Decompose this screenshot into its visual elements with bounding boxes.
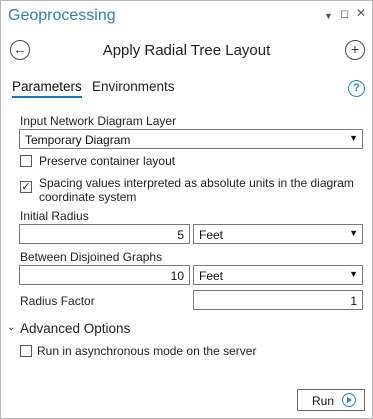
async-mode-checkbox[interactable] bbox=[20, 345, 32, 357]
between-graphs-unit-dropdown[interactable]: Feet ▼ bbox=[193, 265, 363, 285]
play-icon bbox=[342, 393, 356, 407]
input-layer-dropdown[interactable]: Temporary Diagram ▼ bbox=[19, 129, 363, 149]
input-layer-value: Temporary Diagram bbox=[25, 133, 131, 147]
spacing-absolute-label-line1: Spacing values interpreted as absolute u… bbox=[39, 176, 354, 190]
between-graphs-value: 10 bbox=[170, 269, 184, 283]
initial-radius-unit: Feet bbox=[199, 228, 224, 242]
between-graphs-unit: Feet bbox=[199, 269, 224, 283]
add-button[interactable]: + bbox=[345, 40, 365, 60]
tab-environments[interactable]: Environments bbox=[92, 79, 175, 94]
initial-radius-input[interactable]: 5 bbox=[19, 224, 190, 244]
spacing-absolute-checkbox[interactable]: ✓ bbox=[20, 181, 32, 193]
advanced-options-chevron-icon[interactable]: ⌄ bbox=[7, 322, 15, 333]
radius-factor-label: Radius Factor bbox=[20, 294, 95, 308]
between-graphs-input[interactable]: 10 bbox=[19, 265, 190, 285]
tab-parameters[interactable]: Parameters bbox=[12, 79, 82, 98]
pane-title: Geoprocessing bbox=[8, 7, 116, 24]
run-button[interactable]: Run bbox=[297, 389, 365, 411]
run-button-label: Run bbox=[312, 394, 335, 408]
between-graphs-label: Between Disjoined Graphs bbox=[20, 250, 163, 264]
help-icon[interactable]: ? bbox=[348, 80, 365, 97]
chevron-down-icon: ▼ bbox=[349, 228, 358, 238]
input-layer-label: Input Network Diagram Layer bbox=[20, 114, 177, 128]
async-mode-label: Run in asynchronous mode on the server bbox=[37, 344, 257, 358]
preserve-container-checkbox[interactable] bbox=[20, 155, 32, 167]
restore-icon[interactable]: ◻ bbox=[340, 7, 349, 21]
chevron-down-icon: ▼ bbox=[349, 133, 358, 143]
radius-factor-input[interactable]: 1 bbox=[193, 290, 363, 310]
tool-title: Apply Radial Tree Layout bbox=[102, 42, 271, 59]
plus-icon: + bbox=[350, 41, 360, 57]
pane-options-icon[interactable]: ▼ bbox=[324, 9, 333, 23]
checkmark-icon: ✓ bbox=[21, 181, 31, 193]
geoprocessing-pane: Geoprocessing ▼ ◻ ✕ ← Apply Radial Tree … bbox=[0, 0, 373, 419]
preserve-container-label: Preserve container layout bbox=[39, 154, 176, 168]
initial-radius-label: Initial Radius bbox=[20, 209, 89, 223]
initial-radius-value: 5 bbox=[177, 228, 184, 242]
chevron-down-icon: ▼ bbox=[349, 269, 358, 279]
initial-radius-unit-dropdown[interactable]: Feet ▼ bbox=[193, 224, 363, 244]
radius-factor-value: 1 bbox=[350, 294, 357, 308]
advanced-options-header[interactable]: Advanced Options bbox=[20, 321, 130, 336]
spacing-absolute-label-line2: coordinate system bbox=[39, 190, 137, 204]
pane-titlebar: Geoprocessing ▼ ◻ ✕ bbox=[1, 1, 372, 31]
close-icon[interactable]: ✕ bbox=[356, 6, 366, 20]
